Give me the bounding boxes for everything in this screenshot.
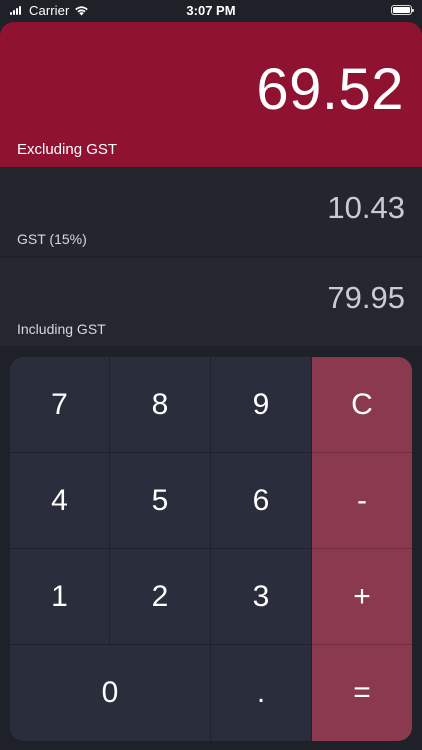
key-1[interactable]: 1 [10,549,110,645]
including-gst-row[interactable]: 79.95 Including GST [0,258,422,346]
gst-row[interactable]: 10.43 GST (15%) [0,168,422,256]
key-6[interactable]: 6 [211,453,312,549]
clear-button[interactable]: C [312,357,412,453]
key-8[interactable]: 8 [110,357,211,453]
key-7[interactable]: 7 [10,357,110,453]
including-gst-label: Including GST [17,321,106,337]
minus-button[interactable]: - [312,453,412,549]
equals-button[interactable]: = [312,645,412,741]
key-4[interactable]: 4 [10,453,110,549]
decimal-button[interactable]: . [211,645,312,741]
battery-icon [391,5,414,15]
gst-value: 10.43 [327,190,405,225]
key-9[interactable]: 9 [211,357,312,453]
key-3[interactable]: 3 [211,549,312,645]
status-bar: Carrier 3:07 PM [0,0,422,22]
calculator-screen: Carrier 3:07 PM 69.52 Excluding GST 10.4… [0,0,422,750]
plus-button[interactable]: + [312,549,412,645]
including-gst-value: 79.95 [327,280,405,315]
excluding-gst-panel[interactable]: 69.52 Excluding GST [0,22,422,167]
key-2[interactable]: 2 [110,549,211,645]
status-time: 3:07 PM [186,3,236,18]
excluding-gst-label: Excluding GST [17,141,118,158]
excluding-gst-value: 69.52 [256,57,404,122]
key-0[interactable]: 0 [10,645,211,741]
key-5[interactable]: 5 [110,453,211,549]
gst-label: GST (15%) [17,231,87,247]
keypad: 7 8 9 C 4 5 6 - 1 2 3 + 0 . = [10,357,412,741]
